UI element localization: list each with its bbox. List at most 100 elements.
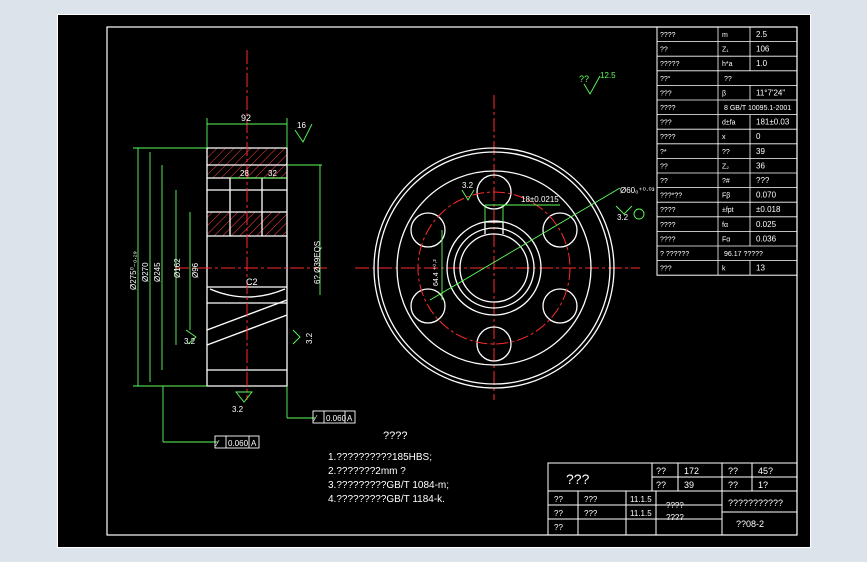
param-symbol: m — [722, 32, 728, 39]
dim-keyslot: 18±0.0215 — [521, 195, 559, 204]
param-label: ?? — [660, 178, 668, 185]
param-value: 106 — [756, 45, 770, 54]
param-value: 13 — [756, 264, 765, 273]
drawing-canvas: 92 16 28 32 C2 3.2 3.2 3.2 Ø275⁰₋₀.₂₉ Ø2… — [106, 26, 798, 536]
tb-c8: 1? — [758, 480, 768, 490]
tb-c1: ?? — [656, 466, 666, 476]
param-value: 96.17 ????? — [724, 251, 763, 258]
dim-dia-245: Ø245 — [153, 262, 162, 282]
param-label: ???? — [660, 207, 676, 214]
tb-c6: 39 — [684, 480, 694, 490]
front-view: 3.2 18±0.0215 Ø60₀⁺⁰·⁰³ 3.2 64.4 ⁺⁰·² ??… — [355, 71, 655, 400]
param-value: 1.0 — [756, 59, 768, 68]
dim-bore: 6? Ø39EQS — [313, 241, 322, 284]
param-label: ??° — [660, 75, 671, 83]
param-symbol: β — [722, 90, 726, 97]
dim-dia-60: Ø60₀⁺⁰·⁰³ — [620, 186, 655, 195]
param-symbol: d±fa — [722, 120, 736, 127]
rough-bore: 3.2 — [617, 213, 629, 222]
param-symbol: ?# — [722, 178, 730, 185]
param-symbol: k — [722, 266, 726, 273]
param-value: ??? — [756, 176, 770, 185]
tb-r2c: 11.1.5 — [630, 509, 652, 518]
param-label: ????? — [660, 61, 680, 68]
param-symbol: x — [722, 134, 726, 141]
param-label: ?? — [660, 163, 668, 170]
param-label: ?* — [660, 149, 667, 156]
param-symbol: Fβ — [722, 193, 730, 200]
inner-border — [106, 26, 798, 536]
fcf-top-value: 0.060 — [326, 414, 347, 423]
tb-c5: ?? — [656, 480, 666, 490]
note-4: 4.?????????GB/T 1184-k. — [328, 494, 445, 505]
rough-left: 3.2 — [184, 337, 196, 346]
dim-width: 92 — [241, 113, 251, 123]
param-value: 181±0.03 — [756, 118, 790, 127]
note-1: 1.??????????185HBS; — [328, 452, 432, 463]
param-label: ??? — [660, 266, 672, 273]
param-symbol: h*a — [722, 61, 733, 68]
tb-c3: ?? — [728, 466, 738, 476]
param-value: 0.070 — [756, 191, 777, 200]
tb-r3a: ?? — [554, 523, 563, 532]
dim-dia-275: Ø275⁰₋₀.₂₉ — [129, 251, 138, 290]
param-label: ???? — [660, 105, 676, 112]
gear-parameter-table: ???? m 2.5?? Z₁ 106????? h*a 1.0 ??°????? β 11°7'… — [656, 26, 798, 276]
param-symbol: Fα — [722, 236, 730, 243]
param-label: ???*?? — [660, 193, 682, 200]
dim-32: 32 — [268, 169, 277, 178]
dim-dia-270: Ø270 — [141, 262, 150, 282]
param-label: ???? — [660, 236, 676, 243]
note-3: 3.?????????GB/T 1084-m; — [328, 480, 449, 491]
param-label: ??? — [660, 120, 672, 127]
tb-c4: 45? — [758, 466, 773, 476]
param-label: ??? — [660, 90, 672, 97]
tb-r1c: 11.1.5 — [630, 495, 652, 504]
tb-drawing-name: ??????????? — [728, 498, 783, 508]
fcf-top-datum: A — [347, 414, 353, 423]
title-block: ??? ?? 172 ?? 45? ?? 39 ?? 1? ?? ??? 11.… — [547, 462, 798, 536]
param-value: 0.025 — [756, 220, 777, 229]
rough-16: 16 — [297, 121, 306, 130]
rough-right: 3.2 — [305, 332, 314, 344]
param-label: ???? — [660, 134, 676, 141]
chamfer-c2: C2 — [246, 277, 258, 287]
dim-dia-162: Ø162 — [173, 258, 182, 278]
tb-c7: ?? — [728, 480, 738, 490]
param-value: 39 — [756, 147, 765, 156]
tb-school-b: ???? — [666, 513, 684, 522]
param-value: 2.5 — [756, 30, 768, 39]
param-label: ? ?????? — [660, 251, 689, 258]
param-symbol: Z₂ — [722, 163, 729, 170]
svg-text:⁄: ⁄ — [313, 414, 318, 423]
param-value: 11°7'24" — [756, 88, 785, 97]
param-symbol: fα — [722, 222, 728, 229]
param-symbol: Z₁ — [722, 47, 729, 54]
part-name: ??? — [566, 471, 590, 487]
dim-dia-96: Ø96 — [191, 262, 200, 278]
param-symbol: ?? — [722, 149, 730, 156]
rough-bottom: 3.2 — [232, 405, 244, 414]
rough-general-value: 12.5 — [600, 71, 616, 80]
section-view: 92 16 28 32 C2 3.2 3.2 3.2 Ø275⁰₋₀.₂₉ Ø2… — [129, 50, 356, 449]
dim-keyway-depth: 64.4 ⁺⁰·² — [432, 259, 440, 286]
tb-r2b: ??? — [584, 509, 598, 518]
rough-hole: 3.2 — [462, 181, 474, 190]
param-label: ?? — [660, 47, 668, 54]
svg-text:⁄: ⁄ — [215, 439, 220, 448]
tb-r2a: ?? — [554, 509, 563, 518]
fcf-bottom-value: 0.060 — [228, 439, 249, 448]
rough-general-label: ?? — [579, 74, 589, 84]
param-label: ???? — [660, 32, 676, 39]
param-value: 8 GB/T 10095.1-2001 — [724, 105, 791, 112]
tb-school-a: ???? — [666, 501, 684, 510]
technical-notes: ???? 1.??????????185HBS; 2.???????2mm ? … — [328, 430, 449, 505]
tb-r1a: ?? — [554, 495, 563, 504]
param-value: 0 — [756, 132, 761, 141]
tb-drawing-no: ??08-2 — [736, 519, 764, 529]
tb-c2: 172 — [684, 466, 699, 476]
param-value: 36 — [756, 161, 765, 170]
param-label: ???? — [660, 222, 676, 229]
param-value: ?? — [724, 76, 732, 83]
param-value: ±0.018 — [756, 205, 781, 214]
